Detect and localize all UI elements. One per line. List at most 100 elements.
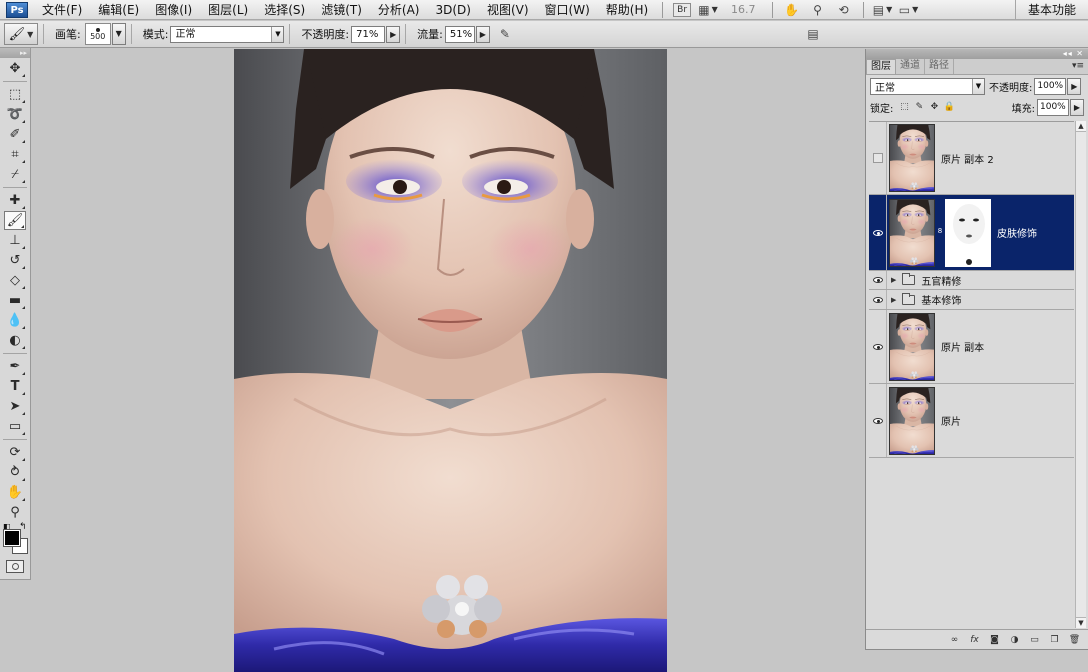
expand-arrow-icon[interactable]: ▶ [891, 276, 896, 284]
move-tool-icon[interactable]: ✥ [4, 59, 26, 78]
marquee-tool-icon[interactable]: ⬚ [4, 85, 26, 104]
menu-select[interactable]: 选择(S) [256, 1, 313, 18]
lock-transparent-icon[interactable]: ⬚ [898, 101, 910, 113]
menu-3d[interactable]: 3D(D) [427, 3, 478, 17]
menu-help[interactable]: 帮助(H) [598, 1, 656, 18]
new-layer-icon[interactable]: ❐ [1048, 635, 1061, 645]
add-mask-icon[interactable]: ◙ [988, 635, 1001, 645]
layer-group-row[interactable]: ▶ 基本修饰 [869, 290, 1074, 310]
opacity-slider-button[interactable]: ▶ [386, 25, 401, 43]
panel-collapse-bar[interactable]: ◂◂ ✕ [866, 49, 1088, 59]
menu-edit[interactable]: 编辑(E) [90, 1, 147, 18]
screen-mode-icon[interactable]: ▭ ▼ [899, 2, 919, 18]
eyedropper-tool-icon[interactable]: ⌿ [4, 165, 26, 184]
mask-link-icon[interactable]: 8 [937, 227, 943, 239]
opacity-input[interactable]: 71% [351, 25, 386, 43]
panel-grip[interactable]: ▸▸ [0, 48, 30, 58]
gradient-tool-icon[interactable]: ▬ [4, 291, 26, 310]
zoom-tool-icon[interactable]: ⚲ [809, 2, 827, 18]
shape-tool-icon[interactable]: ▭ [4, 417, 26, 436]
tab-channels[interactable]: 通道 [896, 59, 925, 74]
brush-preset-picker[interactable]: 500 [84, 23, 111, 45]
3d-orbit-tool-icon[interactable]: ⥁ [4, 463, 26, 482]
healing-brush-tool-icon[interactable]: ✚ [4, 191, 26, 210]
blur-tool-icon[interactable]: 💧 [4, 311, 26, 330]
delete-layer-icon[interactable]: 🗑 [1068, 635, 1081, 645]
mode-select[interactable]: 正常 ▼ [170, 25, 285, 43]
new-group-icon[interactable]: ▭ [1028, 635, 1041, 645]
lock-position-icon[interactable]: ✥ [928, 101, 940, 113]
canvas-area[interactable] [32, 49, 864, 672]
eraser-tool-icon[interactable]: ◇ [4, 271, 26, 290]
airbrush-icon[interactable]: ✎ [496, 26, 514, 42]
rotate-view-icon[interactable]: ⟲ [835, 2, 853, 18]
menu-window[interactable]: 窗口(W) [537, 1, 598, 18]
brush-dropdown-button[interactable]: ▼ [111, 23, 126, 45]
brush-panel-toggle-icon[interactable]: ▤ [804, 26, 822, 42]
panel-menu-icon[interactable]: ▾≡ [1072, 61, 1084, 71]
quick-selection-tool-icon[interactable]: ✐ [4, 125, 26, 144]
menu-analysis[interactable]: 分析(A) [370, 1, 428, 18]
menu-image[interactable]: 图像(I) [147, 1, 200, 18]
type-tool-icon[interactable]: T [4, 377, 26, 396]
quick-mask-button[interactable] [6, 560, 24, 573]
bridge-button[interactable]: Br [673, 2, 692, 17]
visibility-toggle[interactable] [869, 122, 887, 194]
link-layers-icon[interactable]: ∞ [948, 635, 961, 645]
expand-arrow-icon[interactable]: ▶ [891, 296, 896, 304]
blend-mode-value: 正常 [875, 82, 895, 94]
layer-mask-thumbnail[interactable] [945, 198, 991, 267]
layer-row-selected[interactable]: 8 皮肤修饰 [869, 195, 1074, 271]
adjustment-layer-icon[interactable]: ◑ [1008, 635, 1021, 645]
menu-file[interactable]: 文件(F) [34, 1, 90, 18]
layers-scrollbar[interactable]: ▲ ▼ [1075, 121, 1086, 628]
layer-row[interactable]: 原片 副本 2 [869, 122, 1074, 195]
tab-paths[interactable]: 路径 [925, 59, 954, 74]
view-extras-icon[interactable]: ▦ ▼ [698, 2, 718, 18]
visibility-toggle[interactable] [869, 271, 887, 289]
layer-style-icon[interactable]: fx [968, 635, 981, 645]
scroll-up-icon[interactable]: ▲ [1076, 121, 1086, 132]
layer-row[interactable]: 原片 [869, 384, 1074, 458]
pen-tool-icon[interactable]: ✒ [4, 357, 26, 376]
dodge-tool-icon[interactable]: ◐ [4, 331, 26, 350]
path-selection-tool-icon[interactable]: ➤ [4, 397, 26, 416]
scroll-down-icon[interactable]: ▼ [1076, 617, 1086, 628]
history-brush-tool-icon[interactable]: ↺ [4, 251, 26, 270]
lock-all-icon[interactable]: 🔒 [943, 101, 955, 113]
flow-input[interactable]: 51% [444, 25, 475, 43]
tool-preset-picker[interactable]: 🖌 ▼ [4, 23, 38, 45]
lock-image-icon[interactable]: ✎ [913, 101, 925, 113]
layer-row[interactable]: 原片 副本 [869, 310, 1074, 384]
brush-tool-icon[interactable]: 🖌 [4, 211, 26, 230]
visibility-toggle[interactable] [869, 290, 887, 309]
3d-rotate-tool-icon[interactable]: ⟳ [4, 443, 26, 462]
fill-input[interactable]: 100% [1037, 98, 1069, 116]
layer-opacity-input[interactable]: 100% [1034, 77, 1067, 95]
layer-name: 原片 [941, 417, 961, 428]
layer-opacity-slider-button[interactable]: ▶ [1067, 77, 1082, 95]
crop-tool-icon[interactable]: ⌗ [4, 145, 26, 164]
menu-layer[interactable]: 图层(L) [200, 1, 256, 18]
blend-mode-select[interactable]: 正常 ▼ [870, 77, 985, 95]
menu-filter[interactable]: 滤镜(T) [313, 1, 370, 18]
foreground-color[interactable] [3, 529, 21, 547]
menu-view[interactable]: 视图(V) [479, 1, 537, 18]
clone-stamp-tool-icon[interactable]: ⊥ [4, 231, 26, 250]
visibility-toggle[interactable] [869, 384, 887, 457]
workspace-switcher[interactable]: 基本功能 [1014, 0, 1088, 20]
swap-colors-icon[interactable]: ↰ [19, 522, 27, 532]
document-image[interactable] [234, 49, 667, 672]
lasso-tool-icon[interactable]: ➰ [4, 105, 26, 124]
arrange-documents-icon[interactable]: ▤ ▼ [873, 2, 893, 18]
flow-slider-button[interactable]: ▶ [475, 25, 490, 43]
visibility-toggle[interactable] [869, 195, 887, 270]
zoom-level[interactable]: 16.7 [731, 3, 756, 16]
zoom-tool-icon[interactable]: ⚲ [4, 503, 26, 522]
hand-tool-icon[interactable]: ✋ [4, 483, 26, 502]
fill-slider-button[interactable]: ▶ [1070, 98, 1084, 116]
layer-group-row[interactable]: ▶ 五官精修 [869, 271, 1074, 290]
tab-layers[interactable]: 图层 [866, 59, 896, 74]
hand-tool-icon[interactable]: ✋ [783, 2, 801, 18]
visibility-toggle[interactable] [869, 310, 887, 383]
